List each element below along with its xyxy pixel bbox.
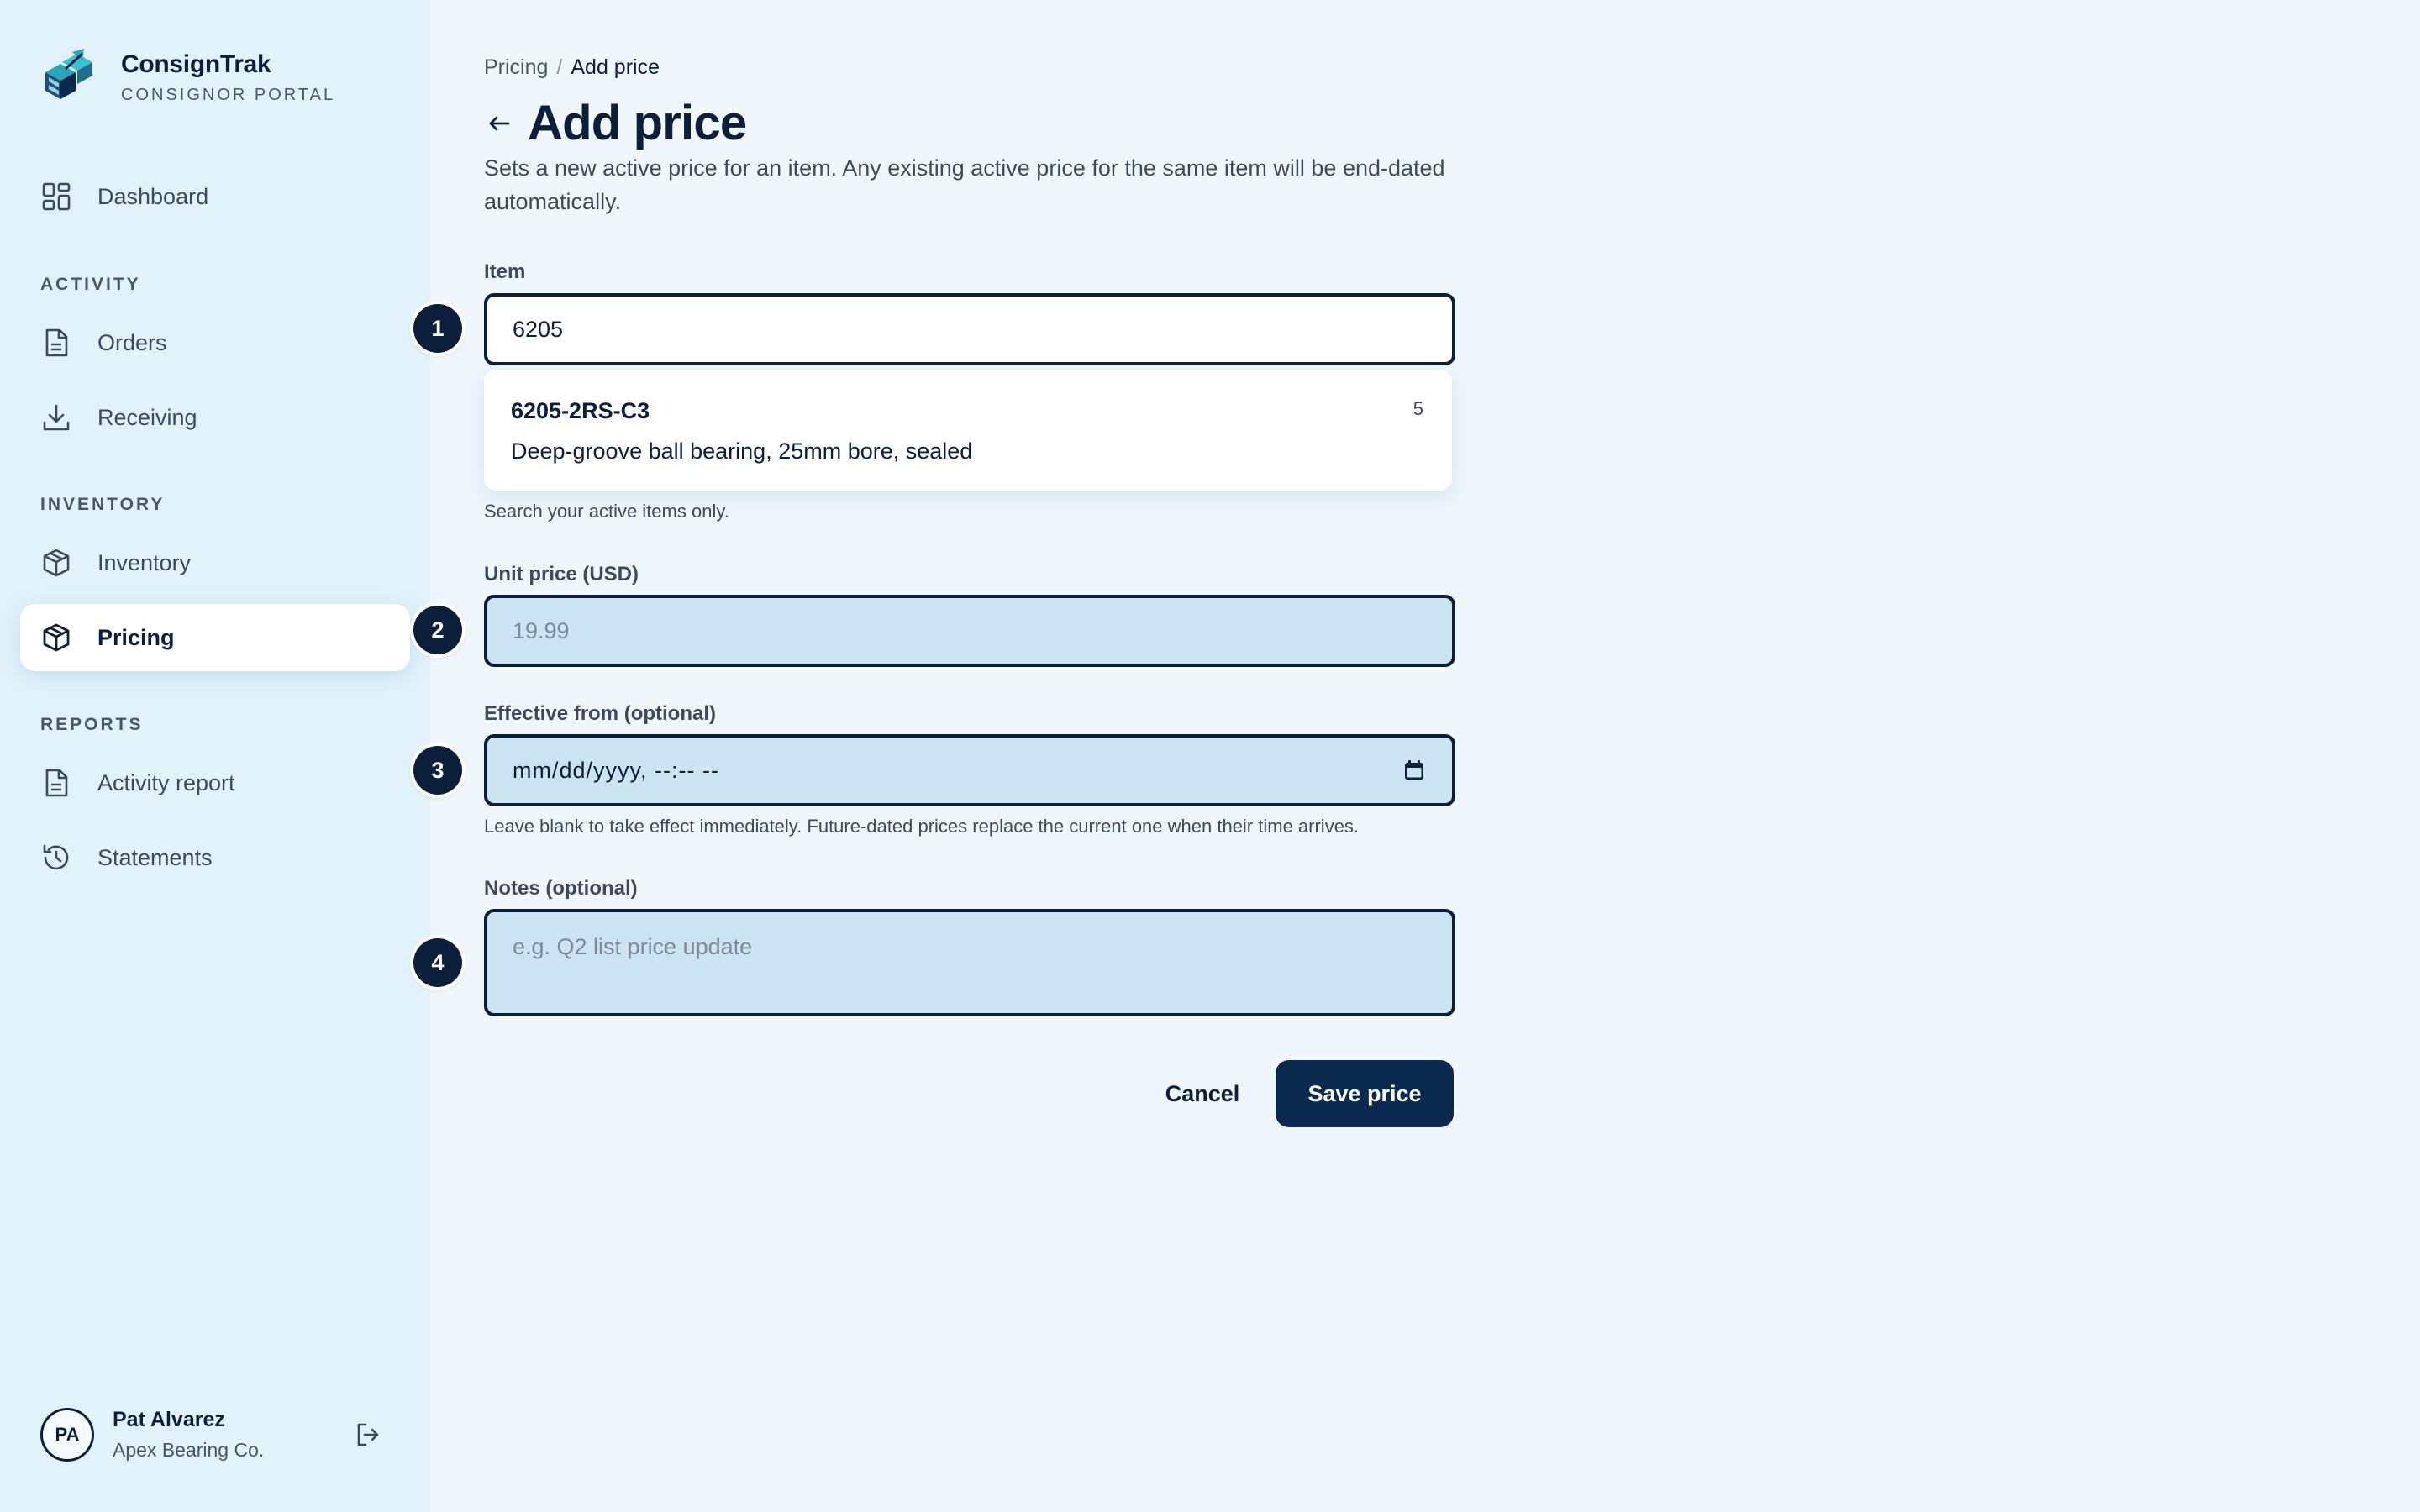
sidebar-item-inventory[interactable]: Inventory (20, 529, 410, 596)
document-icon (40, 767, 72, 799)
sidebar: ConsignTrak CONSIGNOR PORTAL Dashboard A… (0, 0, 430, 1512)
breadcrumb-separator: / (556, 55, 563, 79)
unit-price-input[interactable] (484, 595, 1455, 667)
box-icon (40, 622, 72, 654)
notes-label: Notes (optional) (484, 877, 638, 900)
brand-name: ConsignTrak (121, 50, 271, 78)
nav-section-activity: ACTIVITY (40, 275, 141, 294)
sidebar-item-receiving[interactable]: Receiving (20, 384, 410, 451)
logout-icon[interactable] (351, 1418, 385, 1452)
sidebar-item-pricing[interactable]: Pricing (20, 604, 410, 671)
datetime-display: mm/dd/yyyy, --:-- -- (513, 757, 719, 783)
item-suggestion-option[interactable]: 6205-2RS-C3 Deep-groove ball bearing, 25… (484, 370, 1452, 491)
download-icon (40, 402, 72, 433)
save-price-button[interactable]: Save price (1276, 1060, 1454, 1127)
sidebar-item-label: Receiving (97, 404, 197, 430)
back-arrow-icon[interactable] (484, 108, 514, 139)
sidebar-item-statements[interactable]: Statements (20, 824, 410, 891)
sidebar-item-label: Activity report (97, 769, 235, 795)
breadcrumb: Pricing / Add price (484, 55, 660, 80)
breadcrumb-link-pricing[interactable]: Pricing (484, 55, 548, 79)
title-row: Add price (484, 94, 747, 153)
page-description: Sets a new active price for an item. Any… (484, 155, 1445, 214)
brand[interactable]: ConsignTrak CONSIGNOR PORTAL (40, 47, 335, 106)
document-icon (40, 327, 72, 359)
suggestion-sku: 6205-2RS-C3 (511, 398, 650, 423)
item-suggestions-dropdown: 6205-2RS-C3 Deep-groove ball bearing, 25… (484, 370, 1452, 491)
sidebar-item-orders[interactable]: Orders (20, 309, 410, 376)
nav-section-reports: REPORTS (40, 715, 144, 734)
suggestion-description: Deep-groove ball bearing, 25mm bore, sea… (511, 438, 973, 464)
box-icon (40, 547, 72, 579)
grid-icon (40, 181, 72, 213)
item-hint: Search your active items only. (484, 501, 729, 522)
page-title: Add price (528, 96, 747, 150)
effective-from-hint: Leave blank to take effect immediately. … (484, 816, 1360, 837)
sidebar-item-label: Dashboard (97, 183, 209, 209)
user-name: Pat Alvarez (113, 1408, 225, 1431)
sidebar-item-label: Inventory (97, 549, 192, 575)
calendar-icon[interactable] (1402, 758, 1427, 783)
stacked-boxes-logo-icon (45, 49, 92, 99)
sidebar-item-label: Pricing (97, 624, 175, 650)
notes-textarea[interactable] (484, 909, 1455, 1016)
effective-from-datetime-input[interactable]: mm/dd/yyyy, --:-- -- (484, 734, 1455, 806)
nav-section-inventory: INVENTORY (40, 495, 166, 514)
brand-subtitle: CONSIGNOR PORTAL (121, 85, 336, 104)
step-badge-1: 1 (413, 304, 462, 353)
suggestion-count: 5 (1413, 398, 1423, 419)
history-icon (40, 842, 72, 874)
user-org: Apex Bearing Co. (113, 1439, 265, 1461)
item-search-input[interactable] (484, 293, 1455, 365)
sidebar-item-label: Orders (97, 329, 167, 355)
sidebar-item-dashboard[interactable]: Dashboard (20, 163, 410, 230)
item-label: Item (484, 260, 526, 283)
cancel-button[interactable]: Cancel (1139, 1060, 1265, 1127)
user-block: PA Pat Alvarez Apex Bearing Co. (40, 1408, 385, 1462)
unit-price-label: Unit price (USD) (484, 563, 639, 585)
sidebar-item-activity-report[interactable]: Activity report (20, 749, 410, 816)
step-badge-3: 3 (413, 746, 462, 795)
main-content: Pricing / Add price Add price Sets a new a… (413, 0, 2420, 1512)
effective-from-label: Effective from (optional) (484, 702, 717, 725)
step-badge-4: 4 (413, 938, 462, 987)
step-badge-2: 2 (413, 606, 462, 654)
sidebar-item-label: Statements (97, 844, 213, 870)
avatar[interactable]: PA (40, 1408, 94, 1462)
breadcrumb-current: Add price (571, 55, 660, 79)
